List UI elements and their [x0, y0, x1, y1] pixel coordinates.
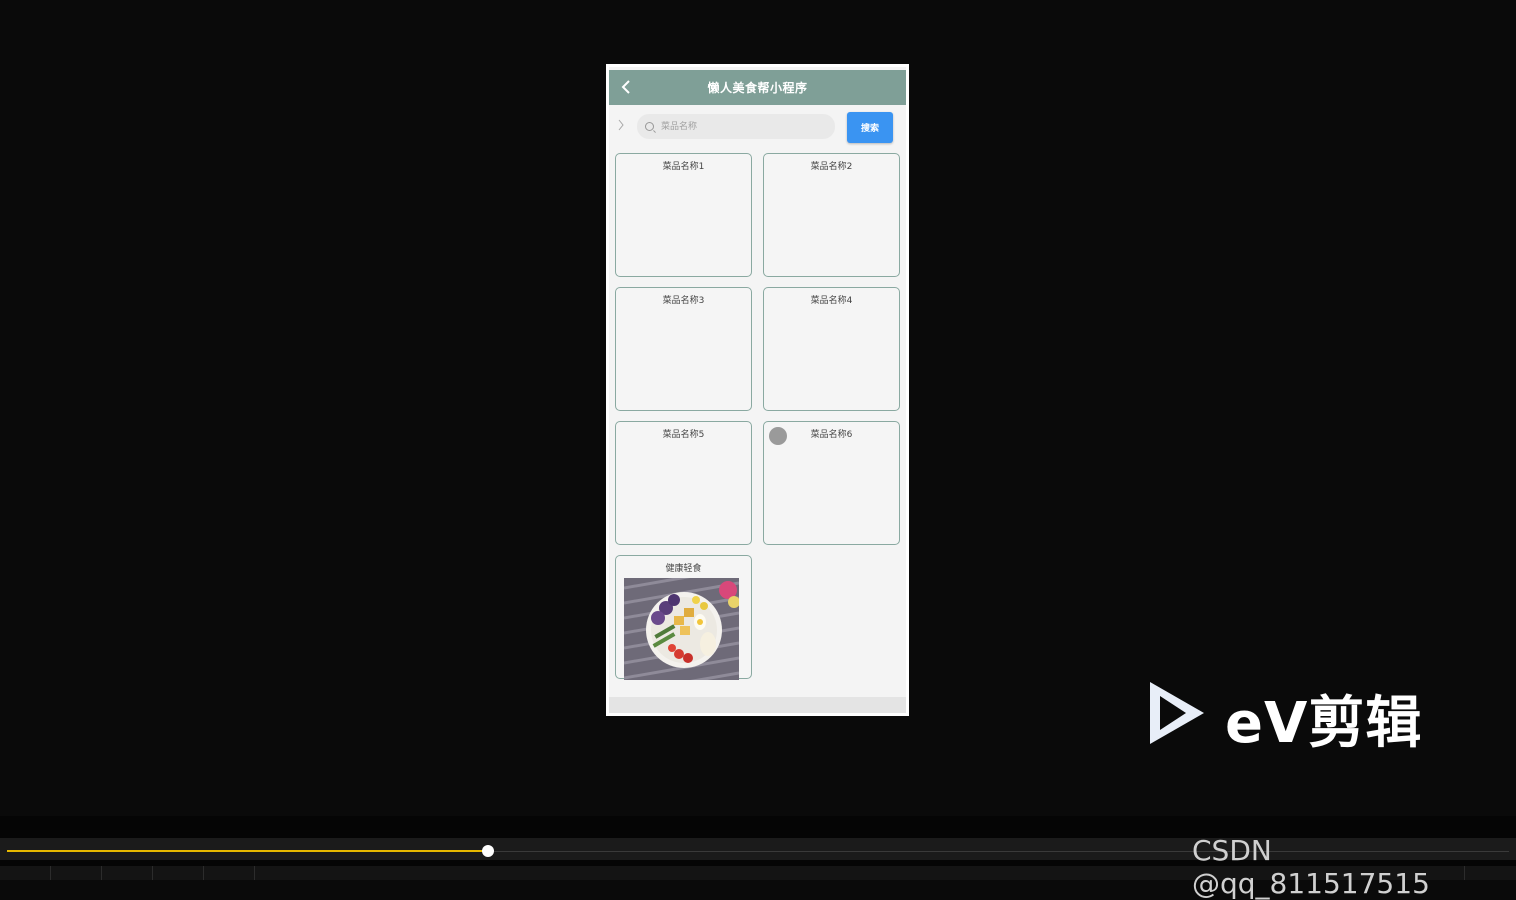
dish-name: 健康轻食	[665, 564, 702, 574]
cursor-indicator	[769, 427, 787, 445]
search-icon	[645, 122, 654, 131]
csdn-watermark: CSDN @qq_811517515	[1192, 834, 1430, 900]
navigation-bar: 懒人美食帮小程序	[609, 70, 906, 105]
dish-image[interactable]	[624, 578, 739, 680]
dish-card[interactable]: 菜品名称6	[763, 421, 900, 545]
phone-frame: 懒人美食帮小程序 搜索 菜品名称1 菜品名称2 菜品名称3 菜品名称4 菜品名称…	[606, 64, 909, 716]
search-box[interactable]	[637, 114, 835, 139]
dish-card[interactable]: 菜品名称4	[763, 287, 900, 411]
page-title: 懒人美食帮小程序	[707, 81, 808, 95]
dish-card[interactable]: 菜品名称5	[615, 421, 752, 545]
dish-name: 菜品名称3	[662, 296, 705, 306]
dish-card[interactable]: 菜品名称2	[763, 153, 900, 277]
ev-watermark-text: eV剪辑	[1225, 691, 1423, 756]
chevron-right-icon[interactable]	[618, 119, 624, 134]
dish-card[interactable]: 菜品名称3	[615, 287, 752, 411]
search-button[interactable]: 搜索	[847, 112, 893, 143]
dish-card[interactable]: 健康轻食	[615, 555, 752, 680]
bottom-bar	[609, 697, 906, 713]
dish-name: 菜品名称4	[810, 296, 853, 306]
dish-card[interactable]: 菜品名称1	[615, 153, 752, 277]
salad-plate-image	[624, 578, 739, 680]
play-logo-icon	[1150, 682, 1204, 744]
dish-name: 菜品名称5	[662, 430, 705, 440]
chevron-left-icon	[621, 80, 630, 94]
back-icon[interactable]	[619, 78, 635, 96]
search-row: 搜索	[609, 109, 906, 145]
dish-name: 菜品名称2	[810, 162, 853, 172]
dish-name: 菜品名称1	[662, 162, 705, 172]
search-input[interactable]	[659, 120, 833, 133]
timeline-progress	[7, 850, 488, 852]
timeline-scrubber[interactable]	[481, 845, 494, 857]
